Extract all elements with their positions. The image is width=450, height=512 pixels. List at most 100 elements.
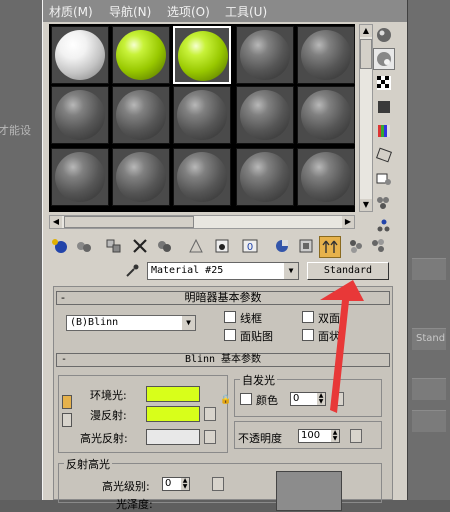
- face-map-checkbox[interactable]: [224, 329, 236, 341]
- background-window-left: 才能设: [0, 0, 42, 500]
- collapse-icon: -: [61, 354, 68, 365]
- select-by-material-icon[interactable]: [373, 192, 395, 214]
- put-to-scene-icon[interactable]: [73, 236, 95, 258]
- menu-bar: 材质(M) 导航(N) 选项(O) 工具(U): [43, 0, 407, 22]
- specular-map-button[interactable]: [204, 430, 216, 444]
- scroll-right-arrow-icon[interactable]: ▶: [342, 216, 354, 228]
- sample-vertical-scrollbar[interactable]: ▲ ▼: [359, 24, 373, 212]
- material-name-field[interactable]: Material #25 ▼: [147, 262, 299, 280]
- assign-material-icon[interactable]: [103, 236, 125, 258]
- material-sphere-gray: [55, 152, 105, 202]
- material-sample-slot[interactable]: [297, 26, 355, 84]
- specular-label: 高光反射:: [80, 432, 128, 445]
- reset-map-icon[interactable]: [129, 236, 151, 258]
- self-illum-color-checkbox[interactable]: [240, 393, 252, 405]
- menu-utilities[interactable]: 工具(U): [225, 3, 267, 20]
- options-icon[interactable]: [373, 168, 395, 190]
- rollout-title: 明暗器基本参数: [184, 291, 262, 304]
- specular-level-label: 高光级别:: [102, 480, 150, 493]
- lock-icon[interactable]: 🔒: [220, 395, 231, 409]
- menu-navigation[interactable]: 导航(N): [109, 3, 151, 20]
- material-sample-slot[interactable]: [297, 86, 355, 144]
- diffuse-map-button[interactable]: [204, 407, 216, 421]
- material-id-channel-icon[interactable]: 0: [239, 236, 261, 258]
- make-preview-icon[interactable]: [373, 144, 395, 166]
- scroll-up-arrow-icon[interactable]: ▲: [360, 25, 372, 37]
- spinner-arrows-icon[interactable]: ▲ ▼: [317, 393, 325, 405]
- sample-horizontal-scrollbar[interactable]: ◀ ▶: [49, 215, 355, 229]
- checker-background-icon[interactable]: [373, 72, 395, 94]
- material-sample-slot[interactable]: [236, 26, 294, 84]
- parameters-panel: - 明暗器基本参数 (B)Blinn ▼ 线框 双面 面贴图 面状 - Blin…: [53, 286, 393, 511]
- material-toolbar: 0: [49, 236, 389, 258]
- sample-slot-grid: [49, 24, 355, 212]
- video-color-check-icon[interactable]: [373, 120, 395, 142]
- specular-level-value: 0: [165, 478, 172, 489]
- blinn-basic-params-rollout[interactable]: - Blinn 基本参数: [56, 353, 390, 367]
- material-sample-slot[interactable]: [112, 26, 170, 84]
- diffuse-color-swatch[interactable]: [146, 406, 200, 422]
- specular-level-spinner[interactable]: 0 ▲ ▼: [162, 477, 190, 491]
- material-type-button[interactable]: Standard: [307, 262, 389, 280]
- material-sphere-gray: [240, 30, 290, 80]
- self-illum-value: 0: [293, 393, 300, 404]
- self-illum-map-button[interactable]: [332, 392, 344, 406]
- material-sample-slot[interactable]: [112, 148, 170, 206]
- menu-options[interactable]: 选项(O): [167, 3, 210, 20]
- go-forward-icon[interactable]: [345, 236, 367, 258]
- menu-material[interactable]: 材质(M): [49, 3, 93, 20]
- material-sample-slot[interactable]: [51, 148, 109, 206]
- two-sided-checkbox[interactable]: [302, 311, 314, 323]
- material-sample-slot[interactable]: [173, 148, 231, 206]
- specular-level-map-button[interactable]: [212, 477, 224, 491]
- scroll-thumb[interactable]: [360, 39, 372, 69]
- shader-basic-params-rollout[interactable]: - 明暗器基本参数: [56, 291, 390, 305]
- make-unique-icon[interactable]: [185, 236, 207, 258]
- two-sided-label: 双面: [318, 312, 340, 325]
- material-sphere-green: [178, 31, 228, 81]
- go-to-parent-icon[interactable]: [319, 236, 341, 258]
- shader-type-dropdown[interactable]: (B)Blinn ▼: [66, 315, 196, 331]
- material-sphere-gray: [177, 152, 227, 202]
- material-sample-slot[interactable]: [297, 148, 355, 206]
- sample-slot-area: ▲ ▼ ◀ ▶: [49, 24, 389, 230]
- show-end-result-icon[interactable]: [295, 236, 317, 258]
- spinner-arrows-icon[interactable]: ▲ ▼: [181, 478, 189, 490]
- material-sample-slot[interactable]: [236, 86, 294, 144]
- faceted-checkbox[interactable]: [302, 329, 314, 341]
- material-sample-slot[interactable]: [236, 148, 294, 206]
- material-sample-slot[interactable]: [112, 86, 170, 144]
- material-sample-slot[interactable]: [51, 26, 109, 84]
- self-illum-color-label: 颜色: [256, 394, 278, 407]
- material-map-navigator-icon[interactable]: [373, 216, 395, 238]
- wire-checkbox[interactable]: [224, 311, 236, 323]
- ambient-label: 环境光:: [90, 389, 127, 402]
- material-map-icon[interactable]: [367, 236, 389, 258]
- show-map-icon[interactable]: [271, 236, 293, 258]
- opacity-map-button[interactable]: [350, 429, 362, 443]
- make-copy-icon[interactable]: [153, 236, 175, 258]
- material-sphere-gray: [301, 152, 351, 202]
- get-material-icon[interactable]: [49, 236, 71, 258]
- material-editor-window: 材质(M) 导航(N) 选项(O) 工具(U) ▲ ▼ ◀ ▶ 0 Materi…: [42, 0, 408, 511]
- eyedropper-icon[interactable]: [123, 263, 141, 281]
- scroll-down-arrow-icon[interactable]: ▼: [360, 199, 372, 211]
- put-to-library-icon[interactable]: [211, 236, 233, 258]
- ambient-color-swatch[interactable]: [146, 386, 200, 402]
- spinner-arrows-icon[interactable]: ▲ ▼: [331, 430, 339, 442]
- scroll-thumb[interactable]: [64, 216, 194, 228]
- chevron-down-icon[interactable]: ▼: [182, 316, 195, 330]
- faceted-label: 面状: [318, 330, 340, 343]
- sample-uv-tiling-icon[interactable]: [373, 96, 395, 118]
- opacity-spinner[interactable]: 100 ▲ ▼: [298, 429, 340, 443]
- self-illum-value-spinner[interactable]: 0 ▲ ▼: [290, 392, 326, 406]
- rollout-title: Blinn 基本参数: [184, 354, 262, 365]
- material-sample-slot[interactable]: [173, 26, 231, 84]
- specular-color-swatch[interactable]: [146, 429, 200, 445]
- chevron-down-icon[interactable]: ▼: [284, 263, 298, 279]
- material-sample-slot[interactable]: [173, 86, 231, 144]
- scroll-left-arrow-icon[interactable]: ◀: [50, 216, 62, 228]
- sample-type-icon[interactable]: [373, 24, 395, 46]
- backlight-icon[interactable]: [373, 48, 395, 70]
- material-sample-slot[interactable]: [51, 86, 109, 144]
